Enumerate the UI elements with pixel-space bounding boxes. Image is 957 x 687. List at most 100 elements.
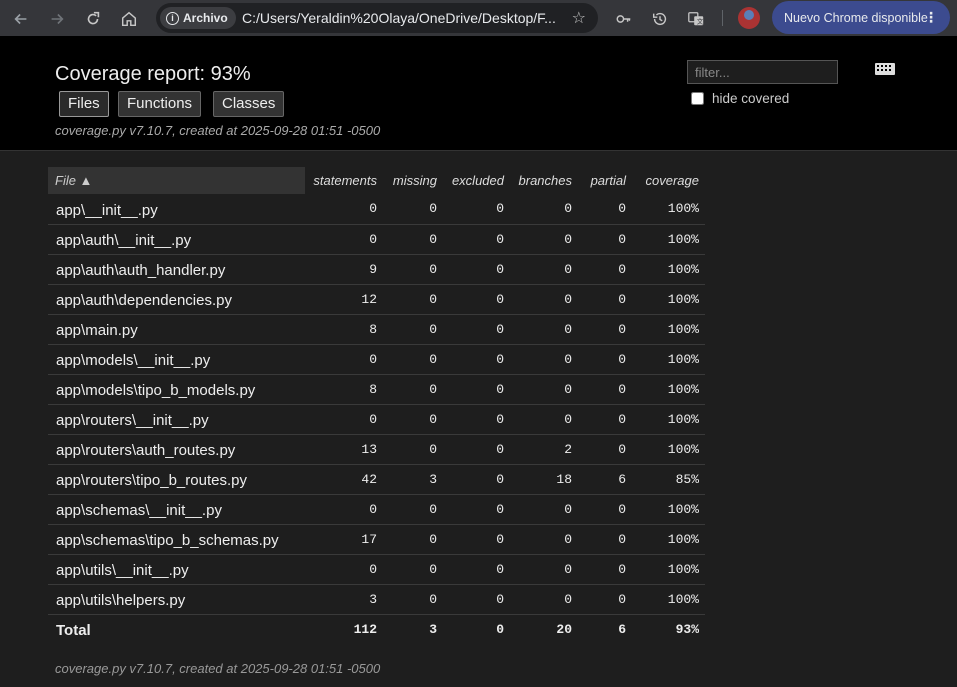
cell-partial: 0 [578,254,632,285]
table-header-row: File ▲ statements missing excluded branc… [48,167,705,194]
column-header-missing[interactable]: missing [383,167,443,194]
cell-statements: 8 [305,314,383,345]
table-row: app\utils\helpers.py 3 0 0 0 0 100% [48,584,705,615]
url-text[interactable]: C:/Users/Yeraldin%20Olaya/OneDrive/Deskt… [242,10,557,26]
file-link[interactable]: app\auth\auth_handler.py [48,254,305,285]
cell-coverage: 85% [632,464,705,495]
cell-branches: 0 [510,584,578,615]
cell-partial: 0 [578,194,632,225]
forward-icon[interactable] [46,8,68,30]
cell-missing: 0 [383,254,443,285]
keyboard-shortcuts-icon[interactable] [875,63,895,75]
table-row: app\routers\auth_routes.py 13 0 0 2 0 100% [48,434,705,465]
update-label: Nuevo Chrome disponible [784,10,928,25]
table-row: app\models\__init__.py 0 0 0 0 0 100% [48,344,705,375]
more-menu-icon[interactable]: ⋮ [924,9,938,26]
file-link[interactable]: app\main.py [48,314,305,345]
cell-branches: 0 [510,344,578,375]
cell-excluded: 0 [443,374,510,405]
cell-excluded: 0 [443,284,510,315]
cell-branches: 0 [510,554,578,585]
file-link[interactable]: app\utils\__init__.py [48,554,305,585]
cell-branches: 2 [510,434,578,465]
file-link[interactable]: app\auth\dependencies.py [48,284,305,315]
cell-excluded: 0 [443,404,510,435]
cell-partial: 0 [578,584,632,615]
hide-covered-checkbox[interactable] [691,92,704,105]
table-row: app\models\tipo_b_models.py 8 0 0 0 0 100% [48,374,705,405]
cell-statements: 0 [305,224,383,255]
cell-coverage: 100% [632,254,705,285]
file-link[interactable]: app\models\__init__.py [48,344,305,375]
file-link[interactable]: app\utils\helpers.py [48,584,305,615]
back-icon[interactable] [10,8,32,30]
cell-branches: 0 [510,404,578,435]
bookmark-star-icon[interactable]: ☆ [572,8,586,28]
cell-coverage: 100% [632,554,705,585]
cell-branches: 0 [510,284,578,315]
hide-covered-toggle[interactable]: hide covered [691,91,789,106]
cell-coverage: 100% [632,314,705,345]
table-row: app\schemas\tipo_b_schemas.py 17 0 0 0 0 100% [48,524,705,555]
total-statements: 112 [353,621,377,637]
cell-branches: 0 [510,194,578,225]
table-row: app\auth\__init__.py 0 0 0 0 0 100% [48,224,705,255]
table-row: app\schemas\__init__.py 0 0 0 0 0 100% [48,494,705,525]
cell-missing: 0 [383,494,443,525]
table-row: app\routers\__init__.py 0 0 0 0 0 100% [48,404,705,435]
address-bar[interactable]: i Archivo C:/Users/Yeraldin%20Olaya/OneD… [156,3,598,33]
file-link[interactable]: app\__init__.py [48,194,305,225]
cell-statements: 0 [305,194,383,225]
cell-partial: 0 [578,434,632,465]
browser-toolbar: i Archivo C:/Users/Yeraldin%20Olaya/OneD… [0,0,957,36]
table-row: app\main.py 8 0 0 0 0 100% [48,314,705,345]
file-link[interactable]: app\models\tipo_b_models.py [48,374,305,405]
site-info-chip[interactable]: i Archivo [160,7,236,29]
cell-branches: 0 [510,314,578,345]
cell-excluded: 0 [443,434,510,465]
home-icon[interactable] [118,8,140,30]
cell-partial: 0 [578,404,632,435]
column-header-branches[interactable]: branches [510,167,578,194]
column-header-partial[interactable]: partial [578,167,632,194]
file-link[interactable]: app\auth\__init__.py [48,224,305,255]
cell-statements: 9 [305,254,383,285]
cell-excluded: 0 [443,494,510,525]
file-link[interactable]: app\schemas\tipo_b_schemas.py [48,524,305,555]
history-icon[interactable] [649,8,671,30]
cell-partial: 0 [578,374,632,405]
tab-functions[interactable]: Functions [118,91,202,117]
reload-icon[interactable] [82,8,104,30]
cell-partial: 0 [578,494,632,525]
svg-text:文: 文 [697,17,704,26]
column-header-excluded[interactable]: excluded [443,167,510,194]
file-link[interactable]: app\routers\__init__.py [48,404,305,435]
total-excluded: 0 [496,621,504,637]
profile-avatar[interactable] [738,7,760,29]
cell-excluded: 0 [443,314,510,345]
chrome-update-button[interactable]: Nuevo Chrome disponible ⋮ [772,1,950,34]
cell-coverage: 100% [632,404,705,435]
filter-input[interactable] [687,60,838,84]
cell-missing: 3 [383,464,443,495]
hide-covered-label: hide covered [712,91,790,106]
tab-files[interactable]: Files [59,91,109,117]
cell-statements: 42 [305,464,383,495]
translate-icon[interactable]: 文 [685,8,707,30]
total-label: Total [56,622,91,640]
column-header-statements[interactable]: statements [305,167,383,194]
table-row: app\routers\tipo_b_routes.py 42 3 0 18 6 85% [48,464,705,495]
cell-missing: 0 [383,344,443,375]
tab-classes[interactable]: Classes [213,91,285,117]
file-link[interactable]: app\routers\tipo_b_routes.py [48,464,305,495]
cell-excluded: 0 [443,194,510,225]
column-header-file[interactable]: File ▲ [48,167,305,194]
cell-partial: 0 [578,524,632,555]
column-header-coverage[interactable]: coverage [632,167,705,194]
cell-excluded: 0 [443,344,510,375]
file-link[interactable]: app\schemas\__init__.py [48,494,305,525]
cell-partial: 0 [578,284,632,315]
file-link[interactable]: app\routers\auth_routes.py [48,434,305,465]
toolbar-separator [722,10,723,26]
password-key-icon[interactable] [613,8,635,30]
